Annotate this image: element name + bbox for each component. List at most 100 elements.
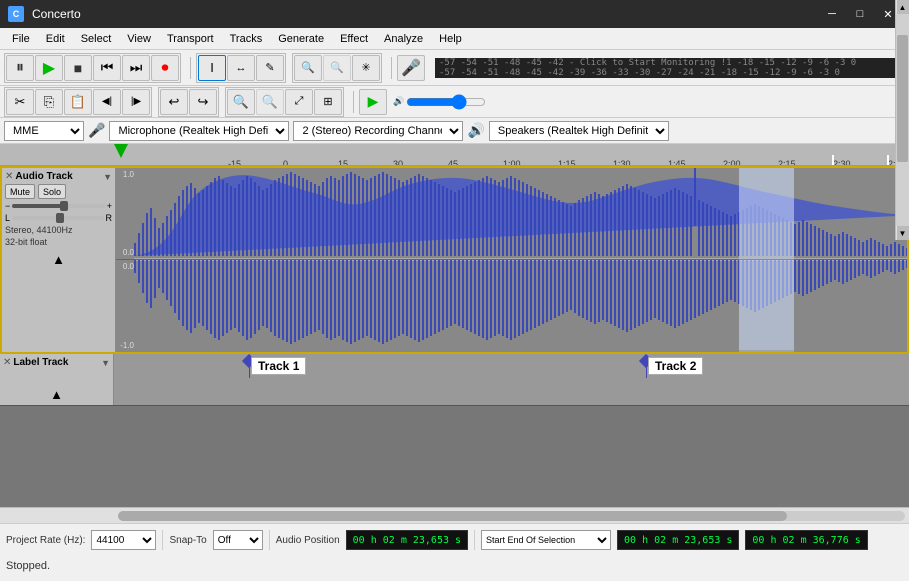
maximize-button[interactable]: □ <box>847 4 873 24</box>
redo-button[interactable]: ↪ <box>189 89 217 115</box>
zoom-out-button[interactable]: 🔍 <box>256 89 284 115</box>
menu-effect[interactable]: Effect <box>332 31 376 47</box>
copy-button[interactable]: ⎘ <box>35 89 63 115</box>
cut-button[interactable]: ✂ <box>6 89 34 115</box>
skip-fwd-button[interactable]: ⏭ <box>122 55 150 81</box>
vu-meter-top[interactable]: -57 -54 -51 -48 -45 -42 - Click to Start… <box>435 58 905 68</box>
playhead-cursor <box>114 144 128 158</box>
play-green-button[interactable]: ▶ <box>359 89 387 115</box>
toolbar-edit: ✂ ⎘ 📋 ◀| |▶ ↩ ↪ 🔍 🔍 ⤢ ⊞ ▶ 🔊 <box>0 86 909 118</box>
undo-button[interactable]: ↩ <box>160 89 188 115</box>
sep2 <box>391 57 392 79</box>
menu-file[interactable]: File <box>4 31 38 47</box>
edit-buttons: ✂ ⎘ 📋 ◀| |▶ <box>4 87 152 117</box>
titlebar: C Concerto ─ □ ✕ <box>0 0 909 28</box>
playback-volume-slider[interactable] <box>406 96 486 108</box>
audio-track-dropdown[interactable]: ▼ <box>103 172 112 182</box>
label-track-name: Label Track <box>13 357 99 368</box>
zoom-out-tool-button[interactable]: 🔍 <box>323 55 351 81</box>
select-tool-button[interactable]: I <box>198 55 226 81</box>
menu-tracks[interactable]: Tracks <box>222 31 271 47</box>
audio-track-content[interactable]: 1.0 0.0 <box>116 168 907 352</box>
fit-project-button[interactable]: ⊞ <box>314 89 342 115</box>
tool-buttons: I ↔ ✎ <box>196 53 286 83</box>
label-text-2: Track 2 <box>648 357 703 375</box>
vu-meter-bottom[interactable]: -57 -54 -51 -48 -45 -42 -39 -36 -33 -30 … <box>435 68 905 78</box>
vertical-scrollbar[interactable]: ▲ ▼ <box>895 166 909 240</box>
scroll-track[interactable] <box>896 166 909 226</box>
trim-right-button[interactable]: |▶ <box>122 89 150 115</box>
play-button[interactable]: ▶ <box>35 55 63 81</box>
project-rate-label: Project Rate (Hz): <box>6 535 85 546</box>
sel-type-select[interactable]: Start End Of Selection <box>481 530 611 550</box>
hscroll-track[interactable] <box>118 511 905 521</box>
label-track-content[interactable]: Track 1 Track 2 <box>114 354 909 405</box>
audio-track-close[interactable]: ✕ <box>5 171 13 182</box>
pan-slider[interactable] <box>12 216 103 220</box>
menu-generate[interactable]: Generate <box>270 31 332 47</box>
volume-slider[interactable] <box>12 204 104 208</box>
envelope-tool-button[interactable]: ↔ <box>227 55 255 81</box>
solo-button[interactable]: Solo <box>38 184 66 199</box>
mic-button[interactable]: 🎤 <box>397 55 425 81</box>
status-text: Stopped. <box>6 560 50 572</box>
volume-row: − + <box>5 201 112 211</box>
menu-view[interactable]: View <box>119 31 159 47</box>
audio-track-header: ✕ Audio Track ▼ Mute Solo − + <box>2 168 116 352</box>
toolbar-transport: ⏸ ▶ ■ ⏮ ⏭ ⏺ I ↔ ✎ 🔍 🔍 ✳ 🎤 -57 -54 -51 -4… <box>0 50 909 86</box>
speaker-icon: 🔊 <box>467 122 484 139</box>
paste-button[interactable]: 📋 <box>64 89 92 115</box>
label-track-title-row: ✕ Label Track ▼ <box>3 357 110 368</box>
sel-end-display[interactable]: 00 h 02 m 36,776 s <box>745 530 867 550</box>
trim-left-button[interactable]: ◀| <box>93 89 121 115</box>
menu-select[interactable]: Select <box>73 31 120 47</box>
channels-select[interactable]: 2 (Stereo) Recording Channels <box>293 121 463 141</box>
timeline-ruler[interactable]: -15 0 15 30 45 1:00 1:15 1:30 1:45 2:00 … <box>0 144 909 166</box>
waveform-upper: 1.0 0.0 <box>116 168 907 260</box>
label-track-row: ✕ Label Track ▼ ▲ Track 1 T <box>0 354 909 406</box>
statusbar: Project Rate (Hz): 44100 Snap-To Off Aud… <box>0 523 909 581</box>
label-track-close[interactable]: ✕ <box>3 357 11 368</box>
menu-analyze[interactable]: Analyze <box>376 31 431 47</box>
zoom-in-button[interactable]: 🔍 <box>227 89 255 115</box>
audio-track-expand[interactable]: ▲ <box>5 252 112 267</box>
label-track-dropdown[interactable]: ▼ <box>101 358 110 368</box>
label-text-1: Track 1 <box>251 357 306 375</box>
microphone-select[interactable]: Microphone (Realtek High Defini... <box>109 121 289 141</box>
fit-selection-button[interactable]: ⤢ <box>285 89 313 115</box>
draw-tool-button[interactable]: ✎ <box>256 55 284 81</box>
menu-help[interactable]: Help <box>431 31 470 47</box>
menu-transport[interactable]: Transport <box>159 31 222 47</box>
record-button[interactable]: ⏺ <box>151 55 179 81</box>
app-icon: C <box>8 6 24 22</box>
window-controls: ─ □ ✕ <box>819 4 901 24</box>
sep1 <box>190 57 191 79</box>
hscroll-thumb[interactable] <box>118 511 787 521</box>
menu-edit[interactable]: Edit <box>38 31 73 47</box>
star-tool-button[interactable]: ✳ <box>352 55 380 81</box>
statusbar-controls: Project Rate (Hz): 44100 Snap-To Off Aud… <box>0 524 909 556</box>
audio-position-display[interactable]: 00 h 02 m 23,653 s <box>346 530 468 550</box>
audio-track-info: Stereo, 44100Hz 32-bit float <box>5 225 112 248</box>
snap-select[interactable]: Off <box>213 530 263 550</box>
stop-button[interactable]: ■ <box>64 55 92 81</box>
waveform-lower: 0.0 -1.0 <box>116 260 907 352</box>
pan-l-label: L <box>5 213 10 223</box>
minimize-button[interactable]: ─ <box>819 4 845 24</box>
pause-button[interactable]: ⏸ <box>6 55 34 81</box>
project-rate-select[interactable]: 44100 <box>91 530 156 550</box>
sep3 <box>353 91 354 113</box>
mute-button[interactable]: Mute <box>5 184 35 199</box>
driver-select[interactable]: MME <box>4 121 84 141</box>
zoom-in-tool-button[interactable]: 🔍 <box>294 55 322 81</box>
sel-start-display[interactable]: 00 h 02 m 23,653 s <box>617 530 739 550</box>
audio-track-row: ✕ Audio Track ▼ Mute Solo − + <box>0 166 909 354</box>
device-bar: MME 🎤 Microphone (Realtek High Defini...… <box>0 118 909 144</box>
speaker-select[interactable]: Speakers (Realtek High Definiti <box>489 121 669 141</box>
skip-back-button[interactable]: ⏮ <box>93 55 121 81</box>
scroll-down-arrow[interactable]: ▼ <box>897 226 909 240</box>
label-track-expand[interactable]: ▲ <box>3 387 110 402</box>
audio-track-title-row: ✕ Audio Track ▼ <box>5 171 112 182</box>
audio-track-controls: Mute Solo <box>5 184 112 199</box>
audio-track-name: Audio Track <box>15 171 101 182</box>
